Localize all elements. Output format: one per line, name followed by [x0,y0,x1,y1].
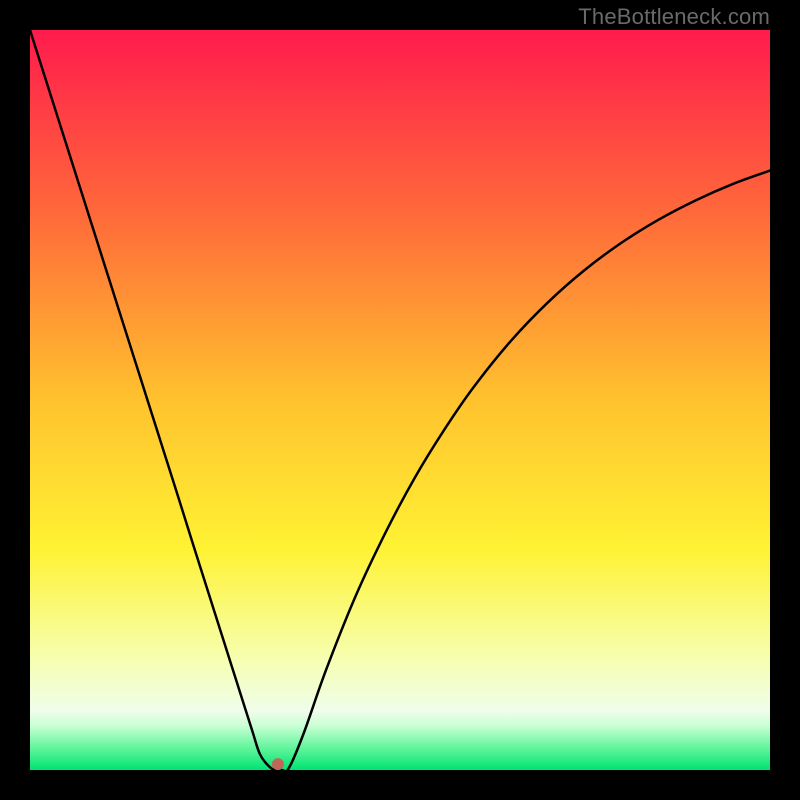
gradient-background [30,30,770,770]
chart-frame: TheBottleneck.com [0,0,800,800]
optimum-marker [272,758,284,770]
plot-area [30,30,770,770]
watermark-text: TheBottleneck.com [578,4,770,30]
bottleneck-chart [30,30,770,770]
